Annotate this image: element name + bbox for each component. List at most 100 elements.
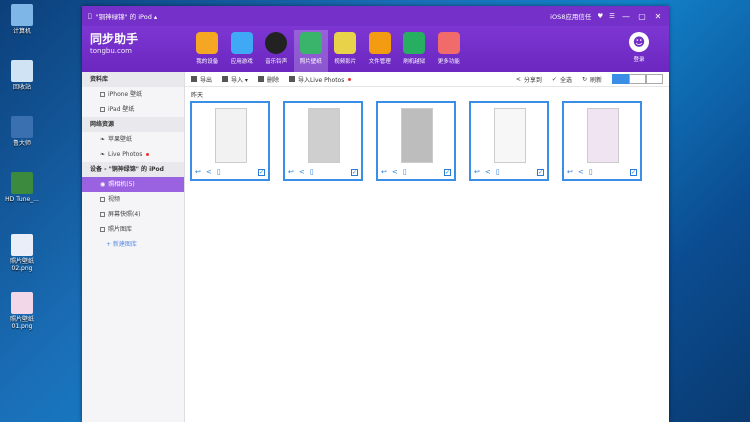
share-icon[interactable]: < xyxy=(392,168,398,176)
thumb-actions: ↩ < ▯ ✓ xyxy=(195,168,265,176)
nav-label: 文件管理 xyxy=(368,59,391,65)
share-icon[interactable]: < xyxy=(485,168,491,176)
nav-label: 音乐铃声 xyxy=(265,59,288,65)
photo-thumb[interactable]: ↩ < ▯ ✓ xyxy=(562,101,642,181)
desktop-icon-label: 计算机 xyxy=(12,28,31,35)
share-button[interactable]: < 分享到 xyxy=(516,75,542,84)
desktop-icon-label: 照片壁纸 01.png xyxy=(9,316,34,330)
delete-button[interactable]: 删除 xyxy=(257,75,279,84)
view-grid-large-button[interactable] xyxy=(612,74,629,84)
new-dot xyxy=(146,153,150,156)
sidebar-item-live-photos[interactable]: ❧ Live Photos xyxy=(82,147,184,162)
desktop-icon-computer[interactable]: 计算机 xyxy=(4,4,40,35)
import-button[interactable]: 导入 ▾ xyxy=(222,75,248,84)
desktop-icon-ludashi[interactable]: 鲁大师 xyxy=(4,116,40,147)
login-button[interactable]: ☻ 登录 xyxy=(629,30,649,63)
export-icon[interactable]: ↩ xyxy=(195,168,201,176)
nav-more[interactable]: 更多功能 xyxy=(432,30,467,72)
trash-icon[interactable]: ▯ xyxy=(217,168,221,176)
nav-label: 更多功能 xyxy=(437,59,460,65)
select-all-icon: ✓ xyxy=(551,75,557,83)
share-icon[interactable]: < xyxy=(299,168,305,176)
nav-files[interactable]: 文件管理 xyxy=(363,30,398,72)
minimize-button[interactable]: — xyxy=(621,12,631,21)
desktop-icon-hdtune[interactable]: HD Tune_... xyxy=(4,172,40,203)
view-grid-small-button[interactable] xyxy=(629,74,646,84)
clapper-icon xyxy=(334,32,357,54)
nav-my-device[interactable]: 我的设备 xyxy=(190,30,225,72)
import-live-photos-button[interactable]: 导入Live Photos xyxy=(288,75,352,84)
ios-trust-link[interactable]: iOS8应用信任 xyxy=(550,11,591,21)
share-icon[interactable]: < xyxy=(206,168,212,176)
menu-icon[interactable]: ☰ xyxy=(609,12,615,20)
screenshot-preview xyxy=(494,108,526,163)
screenshot-preview xyxy=(587,108,619,163)
export-icon[interactable]: ↩ xyxy=(567,168,573,176)
sidebar-item-label: 屏幕快照(4) xyxy=(108,211,141,218)
trash-icon xyxy=(257,76,264,82)
sidebar-item-video[interactable]: 视频 xyxy=(82,192,184,207)
nav-label: 刷机越狱 xyxy=(403,59,426,65)
login-label: 登录 xyxy=(633,57,645,63)
view-list-button[interactable] xyxy=(646,74,663,84)
gallery-icon xyxy=(100,227,105,232)
archive-icon xyxy=(11,172,33,194)
desktop-icon-recycle-bin[interactable]: 回收站 xyxy=(4,60,40,91)
trash-icon[interactable]: ▯ xyxy=(496,168,500,176)
sidebar-item-label: iPad 壁纸 xyxy=(108,106,135,113)
sidebar-item-label: 照相机(5) xyxy=(108,181,135,188)
photo-grid: ↩ < ▯ ✓ ↩ < ▯ ✓ ↩ < ▯ ✓ ↩ < ▯ ✓ ↩ < ▯ ✓ xyxy=(185,101,669,181)
nav-photos[interactable]: 照片壁纸 xyxy=(293,30,328,72)
screenshot-preview xyxy=(308,108,340,163)
select-checkbox[interactable]: ✓ xyxy=(537,168,544,176)
select-checkbox[interactable]: ✓ xyxy=(351,168,358,176)
nav-video[interactable]: 视频影片 xyxy=(328,30,363,72)
sidebar-item-photo-library[interactable]: 照片图库 xyxy=(82,222,184,237)
maximize-button[interactable]: ▢ xyxy=(637,12,647,21)
trash-icon[interactable]: ▯ xyxy=(589,168,593,176)
photo-thumb[interactable]: ↩ < ▯ ✓ xyxy=(283,101,363,181)
sidebar-item-iphone-wallpaper[interactable]: iPhone 壁纸 xyxy=(82,87,184,102)
date-group-label: 昨天 xyxy=(191,92,204,99)
trash-icon[interactable]: ▯ xyxy=(310,168,314,176)
apple-icon:  xyxy=(88,13,92,20)
sidebar-item-label: Live Photos xyxy=(108,151,143,158)
sidebar-item-apple-wallpaper[interactable]: ❧ 苹果壁纸 xyxy=(82,132,184,147)
export-icon[interactable]: ↩ xyxy=(381,168,387,176)
import-label: 导入 ▾ xyxy=(231,76,248,84)
screenshot-preview xyxy=(401,108,433,163)
view-switcher xyxy=(612,74,663,84)
photo-thumb[interactable]: ↩ < ▯ ✓ xyxy=(469,101,549,181)
export-icon[interactable]: ↩ xyxy=(474,168,480,176)
favorite-icon[interactable]: ♥ xyxy=(597,12,603,20)
sidebar-item-camera[interactable]: ◉ 照相机(5) xyxy=(82,177,184,192)
section-library: 资料库 xyxy=(82,72,184,87)
camera-icon: ◉ xyxy=(100,181,106,188)
select-all-button[interactable]: ✓ 全选 xyxy=(552,75,572,84)
store-icon xyxy=(196,32,219,54)
new-album-button[interactable]: + 新建图库 xyxy=(82,237,184,252)
export-button[interactable]: 导出 xyxy=(191,75,212,84)
device-title[interactable]: "铜神绿锦" 的 iPod ▴ xyxy=(96,11,158,21)
nav-flash[interactable]: 刷机越狱 xyxy=(397,30,432,72)
export-icon[interactable]: ↩ xyxy=(288,168,294,176)
desktop-icon-photo-02[interactable]: 照片壁纸 02.png xyxy=(4,234,40,272)
trash-icon[interactable]: ▯ xyxy=(403,168,407,176)
main-toolbar: 同步助手 tongbu.com 我的设备 应用游戏 音乐铃声 照片壁纸 视频影片… xyxy=(82,26,669,72)
section-device: 设备 - "铜神绿锦" 的 iPod xyxy=(82,162,184,177)
sidebar-item-screenshots[interactable]: 屏幕快照(4) xyxy=(82,207,184,222)
select-checkbox[interactable]: ✓ xyxy=(258,168,265,176)
select-checkbox[interactable]: ✓ xyxy=(630,168,637,176)
close-button[interactable]: ✕ xyxy=(653,12,663,21)
thumb-actions: ↩ < ▯ ✓ xyxy=(567,168,637,176)
photo-icon xyxy=(299,32,322,54)
photo-thumb[interactable]: ↩ < ▯ ✓ xyxy=(190,101,270,181)
share-icon[interactable]: < xyxy=(578,168,584,176)
nav-music[interactable]: 音乐铃声 xyxy=(259,30,294,72)
select-checkbox[interactable]: ✓ xyxy=(444,168,451,176)
desktop-icon-photo-01[interactable]: 照片壁纸 01.png xyxy=(4,292,40,330)
refresh-button[interactable]: ↻ 刷新 xyxy=(582,75,602,84)
nav-apps[interactable]: 应用游戏 xyxy=(225,30,260,72)
photo-thumb[interactable]: ↩ < ▯ ✓ xyxy=(376,101,456,181)
sidebar-item-ipad-wallpaper[interactable]: iPad 壁纸 xyxy=(82,102,184,117)
